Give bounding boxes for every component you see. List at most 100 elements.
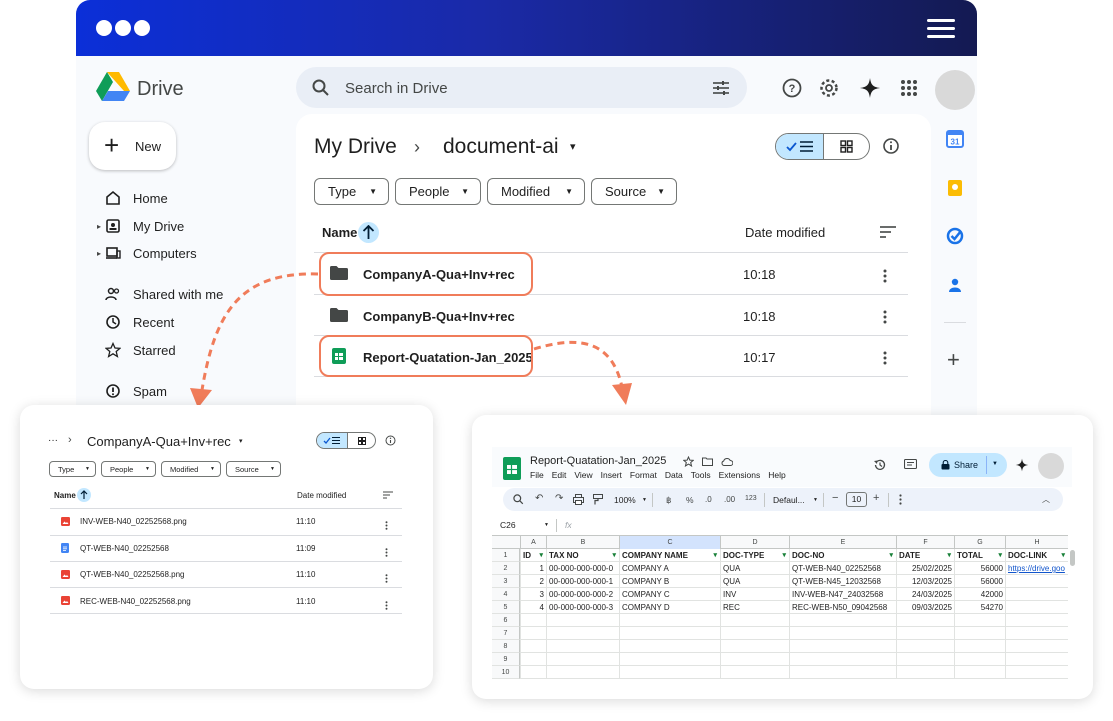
column-header-date-modified[interactable]: Date modified	[745, 225, 825, 240]
new-button[interactable]: + New	[89, 122, 176, 170]
more-actions-icon[interactable]	[385, 544, 388, 562]
contacts-icon[interactable]	[946, 276, 964, 294]
increase-decimal-button[interactable]: .00	[724, 495, 735, 504]
more-actions-icon[interactable]	[883, 310, 887, 324]
print-icon[interactable]	[573, 494, 584, 505]
table-cell[interactable]: REC-WEB-N50_09042568	[789, 601, 896, 614]
folder-title[interactable]: CompanyA-Qua+Inv+rec	[87, 434, 231, 449]
table-cell[interactable]	[520, 614, 546, 627]
add-addon-icon[interactable]: +	[947, 349, 960, 371]
header-cell[interactable]: DOC-LINK ▾	[1005, 549, 1068, 562]
filter-chip-source[interactable]: Source ▼	[591, 178, 677, 205]
table-cell[interactable]	[789, 640, 896, 653]
expand-arrow-icon[interactable]: ▸	[97, 222, 101, 231]
view-toggle[interactable]	[316, 432, 376, 449]
filter-icon[interactable]: ▾	[998, 549, 1002, 561]
table-cell[interactable]: QUA	[720, 562, 789, 575]
table-cell[interactable]	[520, 666, 546, 679]
filter-chip-modified[interactable]: Modified ▼	[161, 461, 221, 477]
share-button[interactable]: Share ▼	[929, 453, 1007, 477]
share-dropdown-caret-icon[interactable]: ▼	[992, 461, 998, 467]
chevron-down-icon[interactable]: ▾	[239, 437, 243, 445]
table-cell[interactable]	[896, 653, 954, 666]
search-options-icon[interactable]	[712, 80, 730, 96]
font-family-select[interactable]: Defaul...	[773, 495, 805, 505]
table-cell[interactable]: 56000	[954, 562, 1005, 575]
sort-ascending-button[interactable]	[358, 222, 379, 243]
table-cell[interactable]	[546, 614, 619, 627]
more-toolbar-icon[interactable]	[899, 494, 902, 505]
table-cell[interactable]: https://drive.goo	[1005, 562, 1068, 575]
comment-icon[interactable]	[904, 459, 917, 471]
table-cell[interactable]	[546, 627, 619, 640]
header-cell[interactable]: TOTAL ▾	[954, 549, 1005, 562]
table-cell[interactable]	[1005, 627, 1068, 640]
column-header-date-modified[interactable]: Date modified	[297, 491, 346, 500]
search-icon[interactable]	[312, 79, 330, 97]
sheet-title[interactable]: Report-Quatation-Jan_2025	[530, 455, 666, 467]
table-cell[interactable]	[1005, 640, 1068, 653]
row-number[interactable]: 9	[492, 653, 520, 666]
file-name[interactable]: QT-WEB-N40_02252568	[80, 544, 169, 553]
row-number[interactable]: 7	[492, 627, 520, 640]
sort-ascending-button[interactable]	[77, 488, 91, 502]
table-cell[interactable]	[1005, 653, 1068, 666]
menu-edit[interactable]: Edit	[552, 470, 567, 480]
column-letter-g[interactable]: G	[954, 536, 1005, 549]
redo-icon[interactable]: ↷	[555, 493, 563, 504]
table-cell[interactable]	[789, 614, 896, 627]
table-cell[interactable]	[520, 653, 546, 666]
file-name[interactable]: CompanyB-Qua+Inv+rec	[363, 309, 515, 324]
filter-chip-people[interactable]: People ▼	[101, 461, 156, 477]
table-cell[interactable]	[954, 614, 1005, 627]
table-cell[interactable]	[619, 640, 720, 653]
view-toggle[interactable]	[775, 133, 870, 160]
search-input[interactable]: Search in Drive	[345, 80, 448, 97]
menu-insert[interactable]: Insert	[601, 470, 622, 480]
table-cell[interactable]: INV	[720, 588, 789, 601]
breadcrumb-current-folder[interactable]: document-ai	[443, 135, 559, 159]
table-cell[interactable]: 00-000-000-000-0	[546, 562, 619, 575]
zoom-select[interactable]: 100%	[614, 495, 636, 505]
settings-gear-icon[interactable]	[818, 77, 840, 99]
number-format-button[interactable]: 123	[745, 495, 757, 502]
increase-font-size-button[interactable]: +	[873, 492, 879, 504]
more-actions-icon[interactable]	[883, 351, 887, 365]
table-cell[interactable]	[619, 627, 720, 640]
gemini-sparkle-icon[interactable]	[1015, 458, 1029, 472]
more-actions-icon[interactable]	[385, 597, 388, 615]
table-cell[interactable]	[619, 614, 720, 627]
filter-chip-type[interactable]: Type ▼	[49, 461, 96, 477]
header-cell[interactable]: DOC-TYPE ▾	[720, 549, 789, 562]
sort-options-icon[interactable]	[880, 226, 896, 238]
row-number[interactable]: 2	[492, 562, 520, 575]
column-letter-d[interactable]: D	[720, 536, 789, 549]
history-icon[interactable]	[873, 458, 887, 472]
tasks-icon[interactable]	[946, 227, 964, 245]
account-avatar[interactable]	[1038, 453, 1064, 479]
more-actions-icon[interactable]	[385, 517, 388, 535]
row-number[interactable]: 1	[492, 549, 520, 562]
table-cell[interactable]	[619, 666, 720, 679]
table-cell[interactable]	[720, 666, 789, 679]
table-cell[interactable]: 2	[520, 575, 546, 588]
hamburger-menu-icon[interactable]	[927, 35, 955, 38]
help-icon[interactable]: ?	[781, 77, 803, 99]
table-cell[interactable]: 54270	[954, 601, 1005, 614]
breadcrumb-my-drive[interactable]: My Drive	[314, 135, 397, 159]
hamburger-menu-icon[interactable]	[927, 19, 955, 22]
table-cell[interactable]: 24/03/2025	[896, 588, 954, 601]
table-cell[interactable]: 4	[520, 601, 546, 614]
header-cell[interactable]: ID ▾	[520, 549, 546, 562]
list-view-button[interactable]	[317, 433, 348, 448]
filter-icon[interactable]: ▾	[1061, 549, 1065, 561]
filter-chip-type[interactable]: Type ▼	[314, 178, 389, 205]
row-number[interactable]: 6	[492, 614, 520, 627]
chevron-down-icon[interactable]: ▾	[570, 140, 576, 153]
currency-format-button[interactable]: ฿	[666, 495, 671, 506]
table-cell[interactable]: COMPANY D	[619, 601, 720, 614]
column-letter-e[interactable]: E	[789, 536, 896, 549]
table-cell[interactable]	[896, 640, 954, 653]
header-cell[interactable]: DATE ▾	[896, 549, 954, 562]
column-letter-h[interactable]: H	[1005, 536, 1068, 549]
